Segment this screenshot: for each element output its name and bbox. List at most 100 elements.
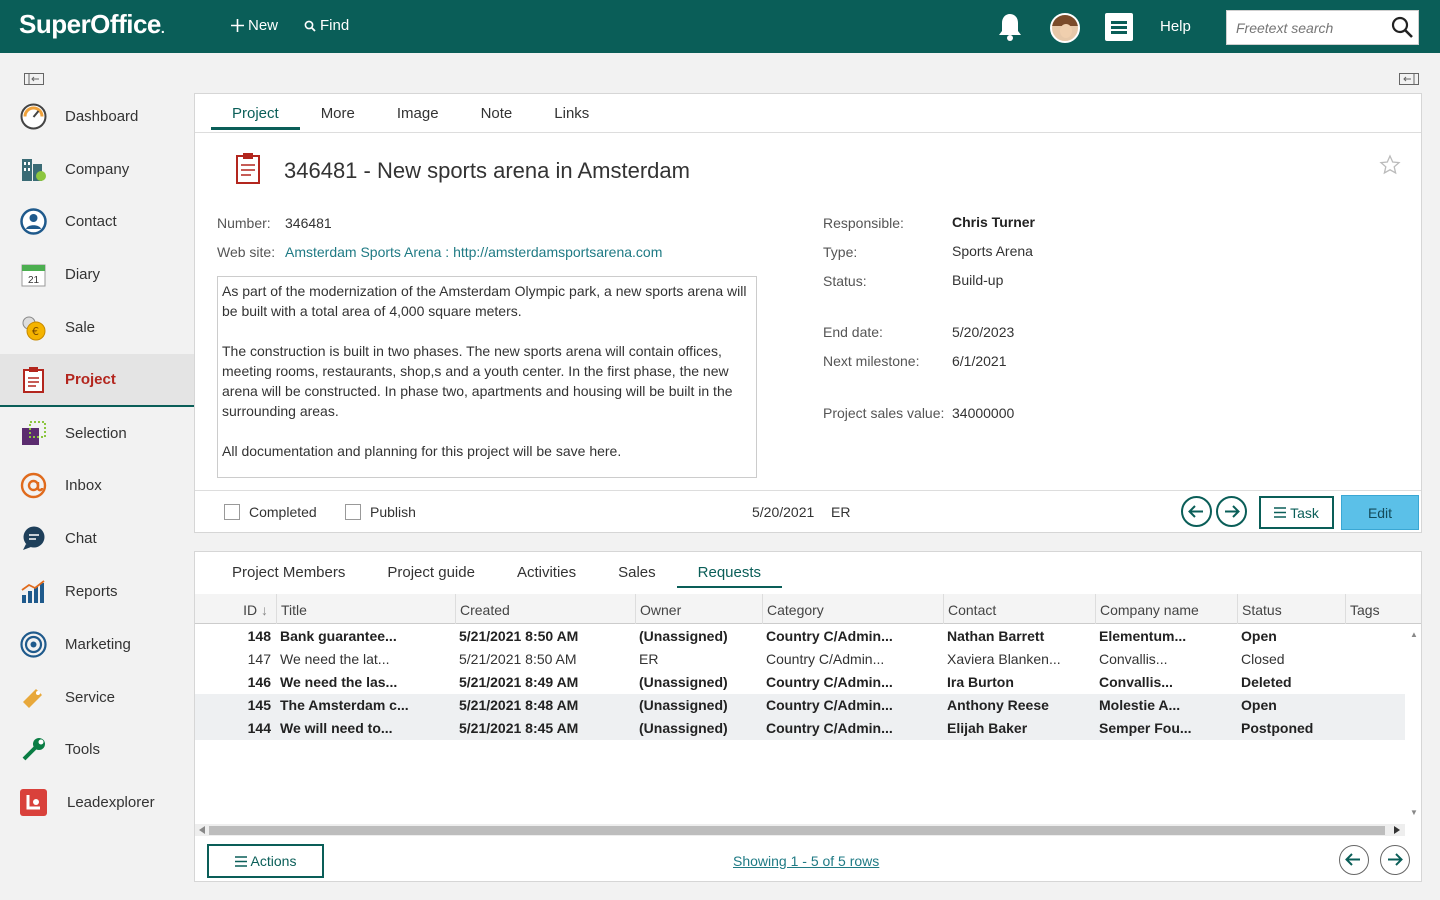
column-header-category[interactable]: Category [763,594,944,624]
sidebar-item-reports[interactable]: Reports [0,565,194,618]
table-row[interactable]: 148 Bank guarantee... 5/21/2021 8:50 AM … [195,625,1405,648]
cell-id: 147 [247,651,271,667]
website-label: Web site: [217,244,276,260]
list-previous-button[interactable] [1339,845,1369,875]
column-header-owner[interactable]: Owner [636,594,763,624]
sidebar-item-chat[interactable]: Chat [0,512,194,565]
type-label: Type: [823,244,858,260]
column-header-id[interactable]: ID ↓ [195,594,277,624]
task-button[interactable]: Task [1259,496,1334,529]
cell-title: We will need to... [280,720,393,736]
showing-rows-link[interactable]: Showing 1 - 5 of 5 rows [733,853,879,869]
reports-icon [21,580,45,604]
cell-category: Country C/Admin... [766,651,885,667]
cell-owner: (Unassigned) [639,697,728,713]
selection-icon [22,420,46,445]
tab-requests[interactable]: Requests [676,552,783,588]
number-value: 346481 [285,215,332,231]
tab-project-members[interactable]: Project Members [211,552,366,588]
hamburger-menu-icon[interactable] [1105,13,1133,41]
column-header-created[interactable]: Created [456,594,636,624]
tab-note[interactable]: Note [460,94,534,130]
table-row[interactable]: 146 We need the las... 5/21/2021 8:49 AM… [195,671,1405,694]
sidebar-item-tools[interactable]: Tools [0,724,194,777]
sidebar-item-contact[interactable]: Contact [0,196,194,249]
project-description[interactable]: As part of the modernization of the Amst… [217,276,757,478]
sidebar-item-company[interactable]: Company [0,143,194,196]
cell-category: Country C/Admin... [766,720,893,736]
tab-links[interactable]: Links [533,94,610,130]
chat-icon [23,526,45,551]
cell-status: Postponed [1241,720,1314,736]
cell-contact: Ira Burton [947,674,1014,690]
column-header-contact[interactable]: Contact [944,594,1096,624]
scrollbar-thumb[interactable] [209,826,1385,835]
search-icon[interactable] [1390,15,1414,39]
arrow-right-icon [1388,853,1403,866]
next-button[interactable] [1216,496,1247,527]
bell-icon[interactable] [997,12,1023,42]
table-row[interactable]: 144 We will need to... 5/21/2021 8:45 AM… [195,717,1405,740]
user-avatar[interactable] [1050,13,1080,43]
find-button[interactable]: Find [304,17,349,34]
table-row[interactable]: 145 The Amsterdam c... 5/21/2021 8:48 AM… [195,694,1405,717]
cell-id: 144 [247,720,271,736]
task-label: Task [1290,504,1319,521]
tab-project-guide[interactable]: Project guide [366,552,496,588]
scroll-up-arrow-icon[interactable]: ▲ [1410,630,1418,639]
favorite-star-icon[interactable] [1379,154,1401,176]
scroll-right-arrow-icon[interactable] [1394,826,1400,834]
scroll-down-arrow-icon[interactable]: ▼ [1410,808,1418,817]
sidebar-item-dashboard[interactable]: Dashboard [0,90,194,143]
project-icon [23,366,44,393]
inbox-icon [20,473,47,499]
sidebar-item-project[interactable]: Project [0,353,194,407]
sidebar-item-sale[interactable]: € Sale [0,301,194,354]
horizontal-scrollbar[interactable] [195,824,1405,836]
cell-contact: Nathan Barrett [947,628,1045,644]
end-date-value: 5/20/2023 [952,324,1015,340]
search-icon [304,20,316,32]
cell-status: Open [1241,697,1277,713]
table-row[interactable]: 147 We need the lat... 5/21/2021 8:50 AM… [195,648,1405,671]
edit-button[interactable]: Edit [1341,495,1419,530]
responsible-value[interactable]: Chris Turner [952,214,1035,230]
tab-more[interactable]: More [300,94,376,130]
column-header-company-name[interactable]: Company name [1096,594,1238,624]
sidebar-item-inbox[interactable]: Inbox [0,460,194,513]
column-header-tags[interactable]: Tags [1346,594,1421,624]
previous-button[interactable] [1181,496,1212,527]
column-header-title[interactable]: Title [277,594,456,624]
arrow-right-icon [1225,505,1240,518]
completed-checkbox[interactable] [224,504,240,520]
publish-checkbox[interactable] [345,504,361,520]
sale-icon: € [22,316,46,341]
sort-down-icon: ↓ [261,602,268,618]
dashboard-icon [20,103,47,130]
actions-button[interactable]: Actions [207,844,324,878]
tab-activities[interactable]: Activities [496,552,597,588]
sidebar-item-diary[interactable]: 21 Diary [0,248,194,301]
cell-title: The Amsterdam c... [280,697,409,713]
collapse-sidebar-icon[interactable] [24,73,44,85]
number-label: Number: [217,215,271,231]
superoffice-logo[interactable]: SuperOffice. [19,9,165,40]
sidebar-item-leadexplorer[interactable]: Leadexplorer [0,776,194,829]
website-link[interactable]: Amsterdam Sports Arena : http://amsterda… [285,244,662,260]
tab-project[interactable]: Project [211,94,300,130]
collapse-panel-icon[interactable] [1399,73,1419,85]
scroll-left-arrow-icon[interactable] [199,826,205,834]
tab-image[interactable]: Image [376,94,460,130]
sidebar-item-selection[interactable]: Selection [0,407,194,460]
help-link[interactable]: Help [1160,18,1191,35]
column-header-status[interactable]: Status [1238,594,1346,624]
leadexplorer-icon [20,789,47,817]
cell-title: Bank guarantee... [280,628,397,644]
list-next-button[interactable] [1380,845,1410,875]
tab-sales[interactable]: Sales [597,552,677,588]
search-input[interactable] [1227,11,1387,44]
new-button[interactable]: New [231,17,278,34]
sidebar-item-service[interactable]: Service [0,671,194,724]
cell-company: Convallis... [1099,674,1173,690]
sidebar-item-marketing[interactable]: Marketing [0,618,194,671]
